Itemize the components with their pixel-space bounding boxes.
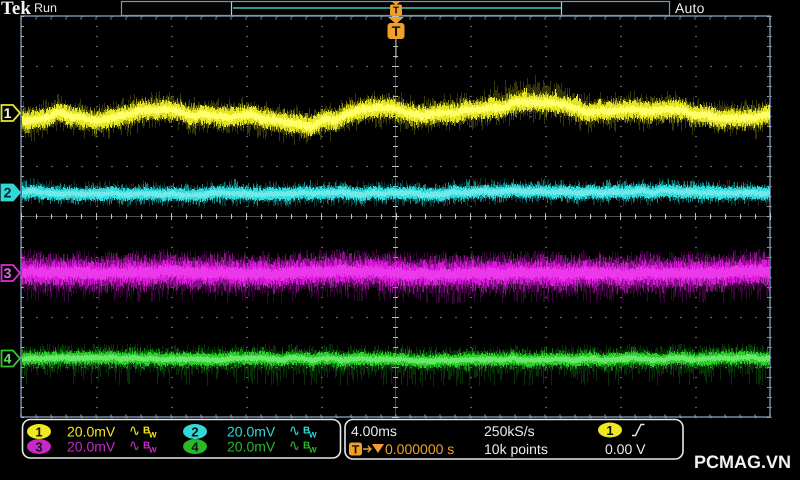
svg-text:Auto: Auto (675, 0, 705, 16)
svg-text:2: 2 (4, 185, 12, 201)
svg-text:0.000000 s: 0.000000 s (385, 441, 454, 457)
svg-text:20.0mV: 20.0mV (67, 424, 116, 440)
svg-text:Run: Run (34, 1, 57, 15)
svg-text:4.00ms: 4.00ms (351, 423, 397, 439)
svg-text:1: 1 (606, 423, 613, 438)
svg-text:PCMAG.VN: PCMAG.VN (694, 452, 791, 472)
svg-text:T: T (392, 23, 401, 39)
svg-text:4: 4 (4, 351, 12, 367)
svg-text:3: 3 (4, 265, 12, 281)
svg-text:W: W (149, 431, 157, 440)
svg-text:W: W (149, 446, 157, 455)
svg-text:250kS/s: 250kS/s (484, 423, 535, 439)
svg-text:0.00 V: 0.00 V (605, 441, 646, 457)
svg-text:1: 1 (4, 105, 12, 121)
svg-text:T: T (352, 443, 360, 457)
svg-text:Tek: Tek (1, 0, 31, 19)
svg-text:1: 1 (35, 425, 42, 440)
svg-text:W: W (309, 446, 317, 455)
svg-text:10k points: 10k points (484, 441, 548, 457)
svg-text:20.0mV: 20.0mV (227, 439, 276, 455)
svg-text:20.0mV: 20.0mV (227, 424, 276, 440)
svg-text:4: 4 (191, 440, 199, 455)
svg-text:W: W (309, 431, 317, 440)
svg-text:2: 2 (191, 425, 198, 440)
svg-text:T: T (393, 6, 399, 17)
svg-text:3: 3 (35, 440, 42, 455)
svg-text:20.0mV: 20.0mV (67, 439, 116, 455)
